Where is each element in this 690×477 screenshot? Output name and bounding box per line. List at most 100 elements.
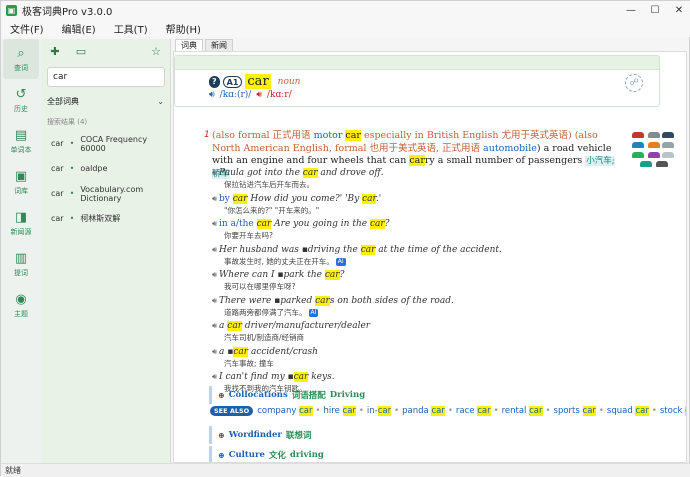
example-translation: 你要开车去吗?	[224, 231, 273, 240]
see-also-link[interactable]: race car	[456, 406, 491, 416]
def-link[interactable]: motor	[314, 130, 346, 141]
result-word: car	[51, 214, 64, 223]
oxford-badge: ?	[209, 75, 220, 88]
news-icon: ◨	[14, 209, 28, 225]
def-link[interactable]: automobile	[480, 143, 537, 154]
search-input[interactable]	[47, 67, 165, 87]
speaker-icon[interactable]: 🔊︎	[212, 347, 217, 356]
car-illustration-shape	[632, 152, 644, 158]
list-item[interactable]: car • COCA Frequency 60000	[41, 131, 170, 156]
star-icon[interactable]: ☆	[148, 44, 164, 60]
highlight-word: car	[362, 193, 376, 204]
word-library-icon: ▣	[14, 168, 28, 184]
result-dict: 柯林斯双解	[80, 214, 121, 223]
highlight-word: car	[409, 155, 425, 166]
speaker-icon[interactable]: 🔊︎	[212, 372, 217, 381]
example-text: s on both sides of the road.	[329, 295, 454, 306]
example-phrase: by	[219, 193, 233, 204]
highlight-word: car	[293, 372, 309, 382]
culture-section[interactable]: ⊕ Culture 文化 driving	[209, 446, 324, 462]
menu-file[interactable]: 文件(F)	[1, 21, 53, 36]
speaker-icon[interactable]: 🔊︎	[212, 270, 217, 279]
tab-news[interactable]: 新闻	[205, 39, 233, 51]
app-logo-icon: ▣	[6, 4, 17, 16]
wordfinder-section[interactable]: ⊕ Wordfinder 联想词	[209, 426, 311, 444]
speaker-icon[interactable]: 🔊︎	[256, 90, 262, 100]
example: 🔊︎ Where can I ▪park the car? 我可以在哪里停车呀?	[212, 269, 642, 295]
example-translation: 我可以在哪里停车呀?	[224, 282, 296, 291]
nav-item-lookup[interactable]: ⌕ 查词	[3, 39, 39, 79]
dictionary-selector-label: 全部词典	[47, 96, 79, 106]
nav-item-theme[interactable]: ◉ 主题	[1, 285, 41, 325]
nav-item-notebook[interactable]: ▤ 单词本	[1, 121, 41, 161]
close-button[interactable]: ✕	[667, 1, 690, 19]
tab-dictionary[interactable]: 词典	[175, 39, 203, 51]
status-bar: 就绪	[1, 463, 690, 477]
see-also-link[interactable]: stock car	[660, 406, 686, 416]
level-badge: A1	[222, 75, 243, 88]
nav-item-prompt[interactable]: ▥ 提词	[1, 244, 41, 284]
menu-tools[interactable]: 工具(T)	[105, 21, 157, 36]
speaker-icon[interactable]: 🔊︎	[212, 321, 217, 330]
result-word: car	[51, 164, 64, 173]
example-phrase: in a/the	[219, 219, 257, 229]
clipboard-icon[interactable]: ▭	[73, 44, 89, 60]
word-list-panel: ✚ ▭ ☆ 全部词典 ⌄ 搜索结果 (4) car • COCA Frequency…	[41, 39, 171, 463]
see-also-link[interactable]: hire car	[324, 406, 356, 416]
pronunciation-row: 🔊︎ /kɑː(r)/ 🔊︎ /kɑːr/	[209, 90, 292, 100]
nav-item-word-library[interactable]: ▣ 词库	[1, 162, 41, 202]
car-illustration-shape	[648, 152, 660, 158]
nav-item-history[interactable]: ↺ 历史	[1, 80, 41, 120]
car-illustration-shape	[656, 161, 668, 167]
nav-label: 词库	[14, 186, 28, 195]
fingerprint-icon[interactable]: ☍	[625, 74, 643, 92]
minimize-button[interactable]: —	[619, 1, 643, 19]
nav-label: 查词	[14, 63, 28, 72]
see-also-link[interactable]: rental car	[502, 406, 543, 416]
example-text: How did you come?' 'By	[247, 193, 363, 204]
speaker-icon[interactable]: 🔊︎	[212, 219, 217, 228]
speaker-icon[interactable]: 🔊︎	[209, 90, 215, 100]
highlight-word: car	[256, 219, 272, 229]
menu-help[interactable]: 帮助(H)	[157, 21, 210, 36]
expand-icon: ⊕	[218, 390, 225, 400]
car-illustration-shape	[662, 152, 674, 158]
nav-item-news[interactable]: ◨ 新闻源	[1, 203, 41, 243]
speaker-icon[interactable]: 🔊︎	[212, 296, 217, 305]
headword-box: ? A1 car noun 🔊︎ /kɑː(r)/ 🔊︎ /kɑːr/ ☍	[174, 55, 660, 107]
list-item[interactable]: car • Vocabulary.com Dictionary	[41, 181, 170, 206]
speaker-icon[interactable]: 🔊︎	[212, 194, 217, 203]
def-text: 也用于美式英语, 正式用语	[369, 142, 481, 154]
speaker-icon[interactable]: 🔊︎	[212, 245, 217, 254]
section-title: Wordfinder	[228, 430, 282, 440]
dictionary-selector[interactable]: 全部词典 ⌄	[47, 93, 164, 109]
history-icon: ↺	[15, 86, 27, 102]
collocations-section[interactable]: ⊕ Collocations 词语搭配 Driving	[209, 386, 365, 404]
example: 🔊︎ Her husband was ▪driving the car at th…	[212, 244, 642, 270]
bullet: •	[69, 214, 75, 223]
see-also-link[interactable]: company car	[257, 406, 313, 416]
see-also-link[interactable]: sports car	[554, 406, 596, 416]
example-translation: 道路两旁都停满了汽车。	[224, 307, 307, 317]
see-also-link[interactable]: squad car	[607, 406, 649, 416]
notebook-icon: ▤	[14, 127, 28, 143]
speaker-icon[interactable]: 🔊︎	[212, 168, 217, 177]
list-item[interactable]: car • oaldpe	[41, 156, 170, 181]
maximize-button[interactable]: ☐	[643, 1, 667, 19]
section-topic: Driving	[329, 390, 366, 400]
car-illustration-shape	[662, 132, 674, 138]
results-count-label: 搜索结果 (4)	[47, 118, 88, 126]
menu-edit[interactable]: 编辑(E)	[53, 21, 105, 36]
def-text: formal	[238, 130, 270, 141]
see-also-link[interactable]: in-car	[367, 406, 392, 416]
window-title: 极客词典Pro v3.0.0	[22, 6, 113, 18]
section-title-zh: 联想词	[285, 431, 312, 441]
pin-icon[interactable]: ✚	[47, 44, 63, 60]
section-title-zh: 词语搭配	[291, 391, 326, 401]
example: 🔊︎ a ▪car accident/crash 汽车事故; 撞车	[212, 346, 642, 372]
list-item[interactable]: car • 柯林斯双解	[41, 206, 170, 231]
example-text: Are you going in the	[271, 219, 370, 229]
see-also-link[interactable]: panda car	[402, 406, 445, 416]
list-toolbar: ✚ ▭ ☆	[41, 39, 170, 65]
car-illustration-shape	[648, 142, 660, 148]
